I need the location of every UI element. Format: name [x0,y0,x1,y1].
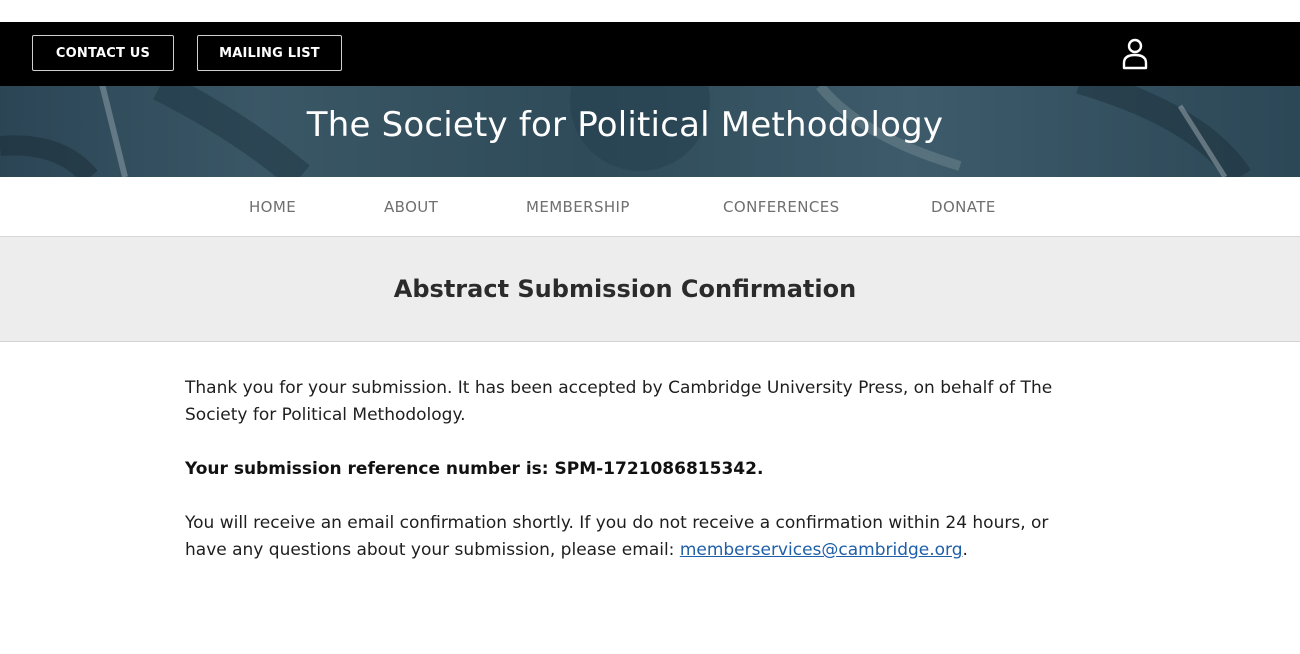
submission-reference: Your submission reference number is: SPM… [185,459,764,479]
email-link[interactable]: memberservices@cambridge.org [680,540,963,560]
page-header: Abstract Submission Confirmation [0,237,1300,342]
thank-you-text: Thank you for your submission. It has be… [185,378,1053,425]
mailing-list-button[interactable]: MAILING LIST [197,35,342,71]
nav-item-donate[interactable]: DONATE [931,198,996,216]
contact-us-button[interactable]: CONTACT US [32,35,174,71]
nav-item-about[interactable]: ABOUT [384,198,438,216]
main-nav: HOME ABOUT MEMBERSHIP CONFERENCES DONATE [0,177,1300,237]
nav-item-membership[interactable]: MEMBERSHIP [526,198,630,216]
email-notice-suffix: . [962,540,968,560]
top-bar: CONTACT US MAILING LIST [0,22,1300,86]
site-title[interactable]: The Society for Political Methodology [0,105,1250,145]
site-banner: The Society for Political Methodology [0,86,1300,177]
nav-item-home[interactable]: HOME [249,198,296,216]
confirmation-content: Thank you for your submission. It has be… [185,375,1055,591]
nav-item-conferences[interactable]: CONFERENCES [723,198,840,216]
top-spacer [0,0,1300,22]
page-title: Abstract Submission Confirmation [393,275,857,303]
page: CONTACT US MAILING LIST The Society for … [0,0,1300,654]
user-icon[interactable] [1121,37,1149,71]
email-notice: You will receive an email confirmation s… [185,510,1055,564]
